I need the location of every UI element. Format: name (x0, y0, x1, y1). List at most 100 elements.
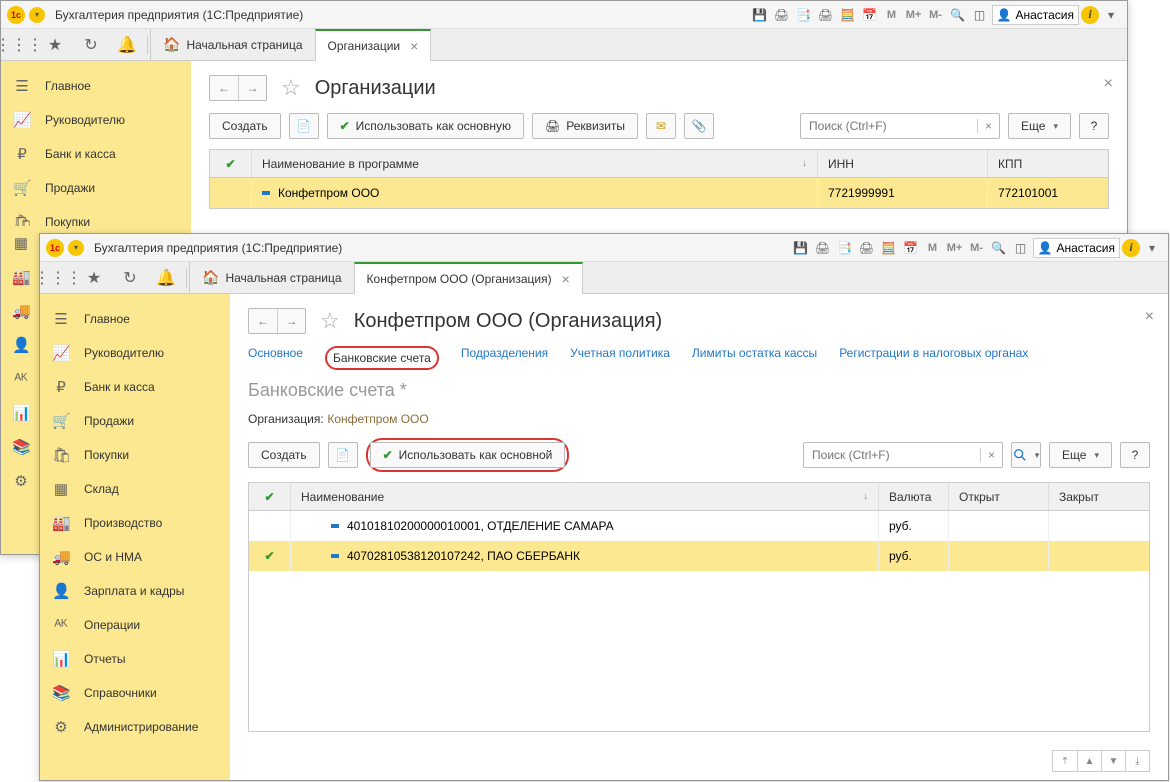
nav-forward[interactable]: → (238, 76, 266, 100)
sidebar-item-hr[interactable]: 👤Зарплата и кадры (40, 574, 230, 608)
tab-org-detail[interactable]: Конфетпром ООО (Организация)× (354, 262, 583, 294)
copy-button[interactable]: 📄 (328, 442, 358, 468)
requisites-button[interactable]: 🖨Реквизиты (532, 113, 638, 139)
close-page-icon[interactable]: × (1104, 75, 1113, 93)
zoom-icon[interactable]: 🔍 (989, 238, 1009, 258)
calculator-icon[interactable]: 🧮 (879, 238, 899, 258)
history-icon[interactable]: ↻ (112, 262, 148, 293)
compare-icon[interactable]: 📑 (835, 238, 855, 258)
clear-icon[interactable]: × (977, 119, 999, 133)
sidebar-item-reports[interactable]: 📊Отчеты (40, 642, 230, 676)
sidebar-item-bank[interactable]: ₽Банк и касса (40, 370, 230, 404)
subnav-bank[interactable]: Банковские счета (333, 351, 431, 365)
calc-mminus[interactable]: M- (926, 5, 946, 25)
attach-button[interactable]: 📎 (684, 113, 714, 139)
table-row[interactable]: 40101810200000010001, ОТДЕЛЕНИЕ САМАРА р… (249, 511, 1149, 541)
sidebar-item-warehouse[interactable]: ▦ (1, 226, 41, 260)
sidebar-item-handbooks[interactable]: 📚Справочники (40, 676, 230, 710)
help-button[interactable]: ? (1120, 442, 1150, 468)
set-main-button[interactable]: ✔Использовать как основной (370, 442, 566, 468)
copy-button[interactable]: 📄 (289, 113, 319, 139)
sidebar-item-admin[interactable]: ⚙ (1, 464, 41, 498)
search-input[interactable] (801, 119, 977, 133)
org-value[interactable]: Конфетпром ООО (327, 412, 428, 426)
favorite-icon[interactable]: ☆ (281, 75, 301, 101)
info-icon[interactable]: i (1122, 239, 1140, 257)
bell-icon[interactable]: 🔔 (109, 29, 145, 60)
save-icon[interactable]: 💾 (750, 5, 770, 25)
subnav-tax[interactable]: Регистрации в налоговых органах (839, 346, 1028, 370)
sidebar-item-hr[interactable]: 👤 (1, 328, 41, 362)
col-name[interactable]: Наименование↓ (291, 483, 879, 510)
sidebar-item-manager[interactable]: 📈Руководителю (40, 336, 230, 370)
scroll-bottom-icon[interactable]: ⤓ (1125, 751, 1149, 771)
calendar-icon[interactable]: 📅 (901, 238, 921, 258)
close-tab-icon[interactable]: × (562, 271, 570, 287)
create-button[interactable]: Создать (248, 442, 320, 468)
sidebar-item-operations[interactable]: ᴬᴷ (1, 362, 41, 396)
calculator-icon[interactable]: 🧮 (838, 5, 858, 25)
sidebar-item-assets[interactable]: 🚚 (1, 294, 41, 328)
star-icon[interactable]: ★ (76, 262, 112, 293)
sidebar-item-main[interactable]: ☰Главное (40, 302, 230, 336)
sidebar-item-warehouse[interactable]: ▦Склад (40, 472, 230, 506)
scroll-top-icon[interactable]: ⤒ (1053, 751, 1077, 771)
sidebar-item-main[interactable]: ☰Главное (1, 69, 191, 103)
compare-icon[interactable]: 📑 (794, 5, 814, 25)
col-name[interactable]: Наименование в программе↓ (252, 150, 818, 177)
panels-icon[interactable]: ◫ (970, 5, 990, 25)
nav-forward[interactable]: → (277, 309, 305, 333)
table-row[interactable]: ✔ 40702810538120107242, ПАО СБЕРБАНК руб… (249, 541, 1149, 571)
tab-home[interactable]: 🏠Начальная страница (189, 262, 354, 293)
panels-icon[interactable]: ◫ (1011, 238, 1031, 258)
col-opened[interactable]: Открыт (949, 483, 1049, 510)
nav-back[interactable]: ← (210, 76, 238, 100)
tab-home[interactable]: 🏠Начальная страница (150, 29, 315, 60)
print-icon[interactable]: 🖨 (772, 5, 792, 25)
app-menu-dropdown[interactable]: ▾ (29, 7, 45, 23)
sidebar-item-admin[interactable]: ⚙Администрирование (40, 710, 230, 744)
star-icon[interactable]: ★ (37, 29, 73, 60)
calc-m[interactable]: M (882, 5, 902, 25)
scroll-down-icon[interactable]: ▼ (1101, 751, 1125, 771)
apps-icon[interactable]: ⋮⋮⋮ (40, 262, 76, 293)
apps-icon[interactable]: ⋮⋮⋮ (1, 29, 37, 60)
subnav-main[interactable]: Основное (248, 346, 303, 370)
print-icon[interactable]: 🖨 (813, 238, 833, 258)
col-closed[interactable]: Закрыт (1049, 483, 1149, 510)
close-tab-icon[interactable]: × (410, 38, 418, 54)
sidebar-item-purchases[interactable]: 🛍Покупки (40, 438, 230, 472)
sidebar-item-bank[interactable]: ₽Банк и касса (1, 137, 191, 171)
calc-mminus[interactable]: M- (967, 238, 987, 258)
calc-mplus[interactable]: M+ (945, 238, 965, 258)
sidebar-item-handbooks[interactable]: 📚 (1, 430, 41, 464)
table-row[interactable]: Конфетпром ООО 7721999991 772101001 (210, 178, 1108, 208)
subnav-divisions[interactable]: Подразделения (461, 346, 548, 370)
clear-icon[interactable]: × (980, 448, 1002, 462)
col-kpp[interactable]: КПП (988, 150, 1108, 177)
nav-back[interactable]: ← (249, 309, 277, 333)
bell-icon[interactable]: 🔔 (148, 262, 184, 293)
search-button[interactable]: ▾ (1011, 442, 1041, 468)
scroll-up-icon[interactable]: ▲ (1077, 751, 1101, 771)
col-currency[interactable]: Валюта (879, 483, 949, 510)
history-icon[interactable]: ↻ (73, 29, 109, 60)
calc-mplus[interactable]: M+ (904, 5, 924, 25)
caret-down-icon[interactable]: ▾ (1101, 5, 1121, 25)
close-page-icon[interactable]: × (1145, 308, 1154, 326)
create-button[interactable]: Создать (209, 113, 281, 139)
save-icon[interactable]: 💾 (791, 238, 811, 258)
tab-organizations[interactable]: Организации× (315, 29, 432, 61)
sidebar-item-sales[interactable]: 🛒Продажи (1, 171, 191, 205)
user-menu[interactable]: 👤Анастасия (1033, 238, 1121, 258)
search-box[interactable]: × (803, 442, 1003, 468)
more-button[interactable]: Еще▾ (1049, 442, 1112, 468)
calc-m[interactable]: M (923, 238, 943, 258)
sidebar-item-assets[interactable]: 🚚ОС и НМА (40, 540, 230, 574)
sidebar-item-production[interactable]: 🏭Производство (40, 506, 230, 540)
email-button[interactable]: ✉ (646, 113, 676, 139)
subnav-limits[interactable]: Лимиты остатка кассы (692, 346, 817, 370)
user-menu[interactable]: 👤Анастасия (992, 5, 1080, 25)
doc-icon[interactable]: 🖨 (816, 5, 836, 25)
doc-icon[interactable]: 🖨 (857, 238, 877, 258)
